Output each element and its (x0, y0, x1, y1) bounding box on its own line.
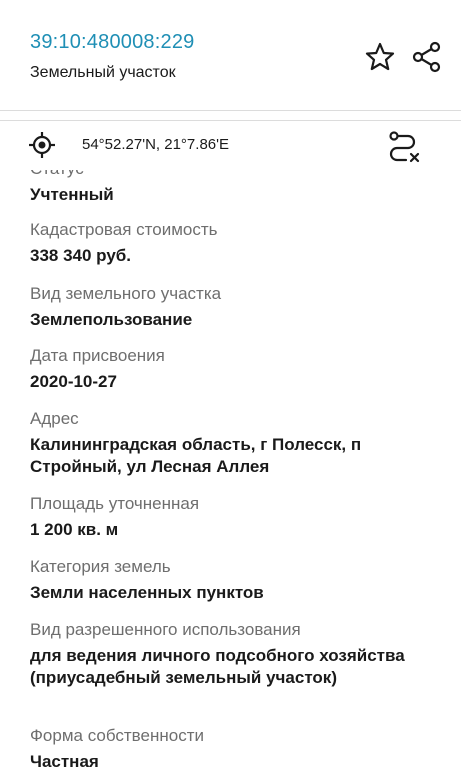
field-label: Площадь уточненная (30, 494, 200, 513)
field-label: Форма собственности (30, 726, 204, 745)
field-value: Земли населенных пунктов (30, 583, 264, 602)
field-label: Статус (30, 170, 440, 179)
field-land-type: Вид земельного участка Землепользование (30, 283, 440, 331)
field-permitted-use: Вид разрешенного использования для веден… (30, 619, 440, 689)
field-value: 338 340 руб. (30, 246, 132, 265)
field-label: Категория земель (30, 557, 171, 576)
properties-list[interactable]: Статус Учтенный Кадастровая стоимость 33… (0, 170, 461, 767)
field-label: Адрес (30, 409, 79, 428)
field-status: Статус Учтенный (30, 170, 440, 206)
object-type: Земельный участок (30, 64, 176, 81)
field-value: Учтенный (30, 185, 114, 204)
field-value: Калининградская область, г Полесск, п Ст… (30, 435, 362, 476)
field-label: Дата присвоения (30, 346, 165, 365)
field-address: Адрес Калининградская область, г Полесск… (30, 408, 440, 478)
field-value: Частная (30, 752, 99, 767)
star-icon[interactable] (363, 40, 397, 74)
field-cadastral-value: Кадастровая стоимость 338 340 руб. (30, 219, 440, 267)
share-icon[interactable] (410, 40, 444, 74)
field-value: 2020-10-27 (30, 372, 117, 391)
field-assignment-date: Дата присвоения 2020-10-27 (30, 345, 440, 393)
cadastral-number[interactable]: 39:10:480008:229 (30, 31, 194, 54)
field-area: Площадь уточненная 1 200 кв. м (30, 493, 440, 541)
coordinates-bar: 54°52.27'N, 21°7.86'E (0, 120, 461, 171)
location-crosshair-icon[interactable] (28, 131, 56, 159)
coordinates-text[interactable]: 54°52.27'N, 21°7.86'E (82, 136, 229, 153)
route-icon[interactable] (386, 130, 422, 164)
field-label: Вид разрешенного использования (30, 620, 301, 639)
field-label: Кадастровая стоимость (30, 220, 218, 239)
field-land-category: Категория земель Земли населенных пункто… (30, 556, 440, 604)
field-value: 1 200 кв. м (30, 520, 119, 539)
object-header: 39:10:480008:229 Земельный участок (0, 0, 461, 111)
field-label: Вид земельного участка (30, 284, 222, 303)
field-value: для ведения личного подсобного хозяйства… (30, 646, 405, 687)
field-value: Землепользование (30, 310, 193, 329)
field-ownership-form: Форма собственности Частная (30, 725, 440, 767)
